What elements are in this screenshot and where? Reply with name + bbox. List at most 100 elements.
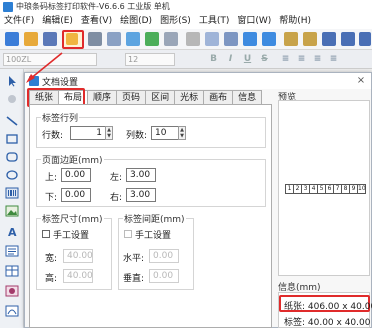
print-preview-icon[interactable] — [107, 32, 121, 46]
shape-tool-icon[interactable] — [5, 285, 19, 297]
vertical-spacing-label: 垂直: — [123, 274, 145, 284]
line-tool-icon[interactable] — [5, 115, 19, 127]
page-margins-group: 页面边距(mm) 上: 0.00 左: 3.00 下: 0.00 右: 3.00 — [36, 153, 266, 207]
cols-input[interactable]: 10 — [151, 126, 179, 140]
label-size-manual-label: 手工设置 — [53, 231, 90, 241]
label-width-input[interactable]: 40.00 — [63, 249, 93, 263]
menu-shape[interactable]: 图形(S) — [156, 14, 195, 29]
top-margin-label: 上: — [45, 173, 58, 183]
cols-spinner[interactable]: ▲ ▼ — [178, 126, 186, 140]
align-left-icon[interactable]: ≡ — [280, 54, 291, 65]
table-tool-icon[interactable] — [5, 265, 19, 277]
layout-tab-panel: 标签行列 行数: 1 ▲ ▼ 列数: 10 ▲ ▼ 页面边距(mm) 上: 0.00… — [29, 104, 272, 328]
rounded-rect-tool-icon[interactable] — [5, 151, 19, 163]
menu-file[interactable]: 文件(F) — [0, 14, 38, 29]
tab-page-number[interactable]: 页码 — [116, 90, 147, 105]
top-margin-input[interactable]: 0.00 — [61, 168, 91, 182]
tab-cursor[interactable]: 光标 — [174, 90, 205, 105]
group-title: 标签尺寸(mm) — [41, 212, 104, 225]
right-margin-input[interactable]: 3.00 — [126, 188, 156, 202]
hand-tool-icon[interactable] — [5, 93, 19, 105]
menu-window[interactable]: 窗口(W) — [233, 14, 275, 29]
font-name-combo[interactable]: 100ZL — [3, 53, 97, 66]
label-spacing-manual-label: 手工设置 — [135, 231, 172, 241]
label-height-input[interactable]: 40.00 — [63, 269, 93, 283]
bold-button[interactable]: B — [208, 54, 219, 65]
pointer-tool-icon[interactable] — [5, 75, 19, 87]
copy-icon[interactable] — [205, 32, 219, 46]
group-title: 页面边距(mm) — [41, 153, 104, 166]
label-size-group: 标签尺寸(mm) 手工设置 宽: 40.00 高: 40.00 — [36, 212, 112, 290]
tab-range[interactable]: 区间 — [145, 90, 176, 105]
window-title: 中琅条码标签打印软件-V6.6.6 工业版 单机 — [16, 2, 170, 11]
text-tool-icon[interactable]: A — [5, 225, 19, 239]
rows-input[interactable]: 1 — [70, 126, 106, 140]
menu-help[interactable]: 帮助(H) — [275, 14, 315, 29]
data-source-icon[interactable] — [145, 32, 159, 46]
tab-info[interactable]: 信息 — [232, 90, 263, 105]
bottom-margin-input[interactable]: 0.00 — [61, 188, 91, 202]
grid-icon[interactable] — [164, 32, 178, 46]
group-title: 标签间距(mm) — [123, 212, 186, 225]
label-size-manual-checkbox[interactable] — [42, 230, 50, 238]
zoom-fit-icon[interactable] — [322, 32, 336, 46]
actual-size-icon[interactable] — [341, 32, 355, 46]
title-bar: 中琅条码标签打印软件-V6.6.6 工业版 单机 — [0, 0, 372, 14]
align-center-icon[interactable]: ≡ — [296, 54, 307, 65]
dialog-title: 文档设置 — [42, 78, 79, 88]
dialog-title-bar: 文档设置 × — [25, 73, 371, 89]
menu-view[interactable]: 查看(V) — [77, 14, 116, 29]
new-document-icon[interactable] — [5, 32, 19, 46]
label-rows-cols-group: 标签行列 行数: 1 ▲ ▼ 列数: 10 ▲ ▼ — [36, 111, 266, 148]
tab-order[interactable]: 顺序 — [87, 90, 118, 105]
italic-button[interactable]: I — [225, 54, 236, 65]
dialog-settings-icon — [29, 76, 39, 86]
drawing-tool-column: A — [0, 69, 24, 328]
image-tool-icon[interactable] — [5, 205, 19, 217]
group-title: 标签行列 — [41, 111, 80, 124]
menu-edit[interactable]: 编辑(E) — [38, 14, 77, 29]
underline-button[interactable]: U — [242, 54, 253, 65]
horizontal-spacing-input[interactable]: 0.00 — [149, 249, 179, 263]
cols-label: 列数: — [126, 131, 148, 141]
label-width-label: 宽: — [45, 254, 58, 264]
redo-icon[interactable] — [262, 32, 276, 46]
cut-icon[interactable] — [186, 32, 200, 46]
label-spacing-manual-checkbox[interactable] — [124, 230, 132, 238]
save-icon[interactable] — [43, 32, 57, 46]
tab-canvas[interactable]: 画布 — [203, 90, 234, 105]
curve-tool-icon[interactable] — [5, 305, 19, 317]
undo-icon[interactable] — [243, 32, 257, 46]
rectangle-tool-icon[interactable] — [5, 133, 19, 145]
close-icon[interactable]: × — [355, 74, 367, 87]
rows-spinner[interactable]: ▲ ▼ — [105, 126, 113, 140]
layout-preview: 1 2 3 4 5 6 7 8 9 10 — [278, 100, 370, 276]
horizontal-spacing-label: 水平: — [123, 254, 145, 264]
align-right-icon[interactable]: ≡ — [312, 54, 323, 65]
info-panel: 纸张: 406.00 x 40.00 标签: 40.00 x 40.00 — [278, 292, 372, 328]
font-size-combo[interactable]: 12 — [125, 53, 175, 66]
menu-tools[interactable]: 工具(T) — [195, 14, 234, 29]
paste-icon[interactable] — [224, 32, 238, 46]
zoom-out-icon[interactable] — [303, 32, 317, 46]
database-icon[interactable] — [126, 32, 140, 46]
ellipse-tool-icon[interactable] — [5, 169, 19, 181]
label-size-info: 标签: 40.00 x 40.00 — [284, 318, 371, 328]
document-settings-icon[interactable] — [66, 33, 78, 45]
zoom-page-icon[interactable] — [359, 32, 371, 46]
print-icon[interactable] — [88, 32, 102, 46]
paper-size-info: 纸张: 406.00 x 40.00 — [284, 302, 372, 312]
align-justify-icon[interactable]: ≡ — [328, 54, 339, 65]
menu-draw[interactable]: 绘图(D) — [116, 14, 156, 29]
multiline-text-tool-icon[interactable] — [5, 245, 19, 257]
zoom-in-icon[interactable] — [284, 32, 298, 46]
format-toolbar: 100ZL 12 B I U S ≡ ≡ ≡ ≡ — [0, 50, 372, 69]
strike-button[interactable]: S — [259, 54, 270, 65]
vertical-spacing-input[interactable]: 0.00 — [149, 269, 179, 283]
left-margin-input[interactable]: 3.00 — [126, 168, 156, 182]
document-settings-dialog: 文档设置 × 纸张 布局 顺序 页码 区间 光标 画布 信息 标签行列 行数: … — [24, 72, 372, 328]
barcode-tool-icon[interactable] — [5, 187, 19, 199]
bottom-margin-label: 下: — [45, 193, 58, 203]
open-folder-icon[interactable] — [24, 32, 38, 46]
left-margin-label: 左: — [110, 173, 123, 183]
